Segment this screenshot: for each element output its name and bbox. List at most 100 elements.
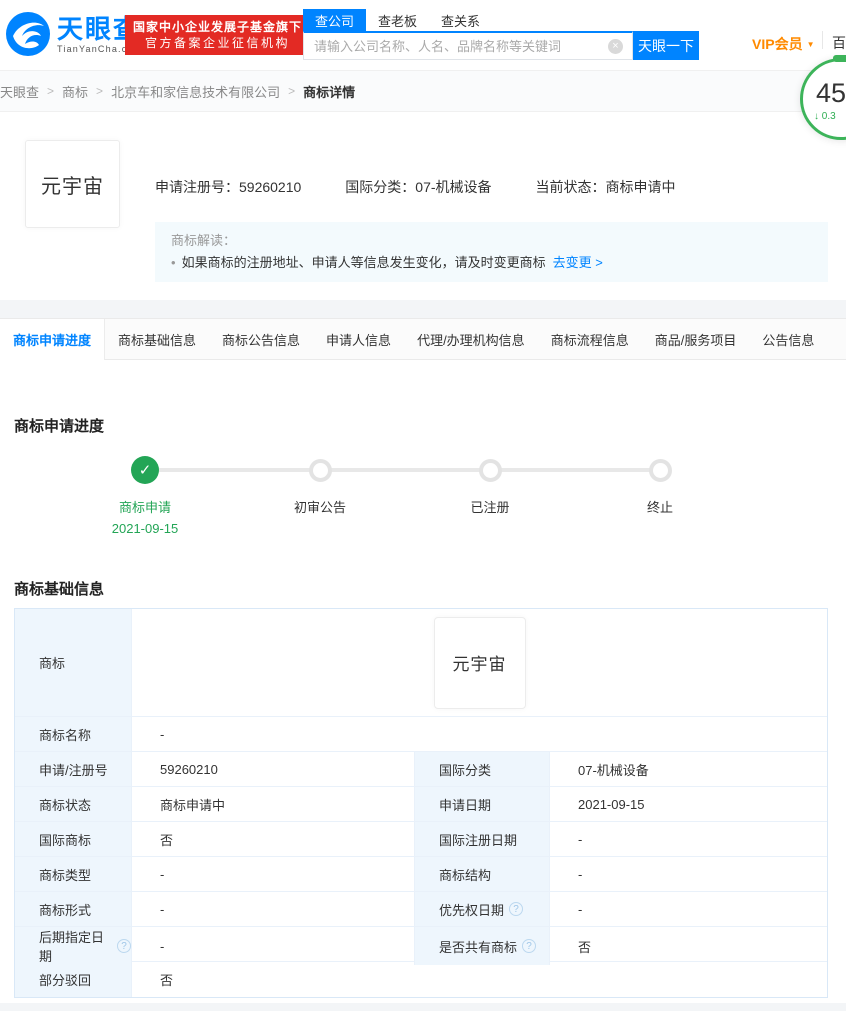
timeline-line <box>145 468 660 472</box>
table-value-cell: - <box>550 892 827 926</box>
breadcrumb-bar: 天眼查 > 商标 > 北京车和家信息技术有限公司 > 商标详情 <box>0 70 846 112</box>
table-value-text: - <box>160 866 165 882</box>
table-value-text: 否 <box>160 973 174 988</box>
summary-field-value: 07-机械设备 <box>415 179 492 195</box>
breadcrumb-separator: > <box>288 84 296 98</box>
summary-field-label: 申请注册号： <box>155 179 239 195</box>
tab-0[interactable]: 商标申请进度 <box>0 319 106 360</box>
table-value-cell: - <box>550 857 827 891</box>
search-row: × 天眼一下 <box>303 31 699 60</box>
search-button[interactable]: 天眼一下 <box>633 31 699 60</box>
tab-1[interactable]: 商标基础信息 <box>105 319 209 359</box>
progress-step: 终止 <box>585 455 735 516</box>
table-row: 商标状态 商标申请中 申请日期 2021-09-15 <box>15 787 827 822</box>
page: 天眼查 TianYanCha.com 国家中小企业发展子基金旗下 官方备案企业征… <box>0 0 846 1011</box>
basic-info-table: 商标 元宇宙 商标名称 - 申请/注册号 59260210 国际分类 07-机械设备 商标状态商… <box>14 608 828 998</box>
table-label-cell: 后期指定日期? <box>15 927 132 965</box>
table-row: 商标类型 - 商标结构 - <box>15 857 827 892</box>
table-label-cell: 国际商标 <box>15 822 132 856</box>
search-clear-icon[interactable]: × <box>608 38 623 54</box>
pending-circle-icon <box>478 458 502 482</box>
summary-field-value: 商标申请中 <box>605 179 676 195</box>
table-row: 商标名称 - <box>15 717 827 752</box>
nav-item-cut[interactable]: 百 <box>832 33 846 53</box>
score-delta: ↓ 0.3 <box>814 111 836 122</box>
table-label-cell: 商标状态 <box>15 787 132 821</box>
search-module: 查公司查老板查关系 × 天眼一下 <box>303 9 699 60</box>
progress-section-title: 商标申请进度 <box>14 418 105 435</box>
step-label: 商标申请 <box>118 500 171 515</box>
table-value-cell: 2021-09-15 <box>550 787 827 821</box>
tab-4[interactable]: 代理/办理机构信息 <box>404 319 538 359</box>
help-icon[interactable]: ? <box>117 939 131 953</box>
table-row: 商标 元宇宙 <box>15 609 827 717</box>
vip-member-link[interactable]: VIP会员 ▼ <box>752 34 815 54</box>
table-label-cell: 国际分类 <box>415 752 550 786</box>
search-tab[interactable]: 查关系 <box>429 9 492 31</box>
header-divider <box>822 31 823 49</box>
score-value: 45 <box>816 78 846 108</box>
tab-2[interactable]: 商标公告信息 <box>209 319 313 359</box>
table-label-cell: 部分驳回 <box>15 962 132 997</box>
progress-step: 已注册 <box>415 455 565 516</box>
score-pill-icon <box>833 55 846 62</box>
step-label: 已注册 <box>470 500 510 515</box>
table-label-text: 后期指定日期 <box>39 930 105 964</box>
table-value-cell: - <box>132 857 415 891</box>
table-label-cell: 商标类型 <box>15 857 132 891</box>
table-label-text: 商标状态 <box>39 797 92 813</box>
step-label: 初审公告 <box>293 500 346 515</box>
table-value-text: - <box>578 831 583 847</box>
tab-3[interactable]: 申请人信息 <box>313 319 404 359</box>
table-label-text: 部分驳回 <box>39 973 92 988</box>
trademark-image-small: 元宇宙 <box>433 616 526 709</box>
table-value-cell: 否 <box>550 927 827 965</box>
table-label-text: 优先权日期 <box>439 902 505 918</box>
tip-title: 商标解读： <box>171 233 237 248</box>
table-value-cell: 否 <box>132 962 827 997</box>
table-label-text: 商标 <box>39 656 66 671</box>
help-icon[interactable]: ? <box>522 939 537 953</box>
vip-label: VIP会员 <box>752 36 803 52</box>
check-icon: ✓ <box>131 456 159 484</box>
summary-field-label: 国际分类： <box>345 179 416 195</box>
main-content: 商标申请进度 ✓ 商标申请 2021-09-15 初审公告 已注册 终止 商标基础信息 商… <box>0 360 846 1003</box>
search-input[interactable] <box>304 38 608 54</box>
chevron-down-icon: ▼ <box>806 39 815 49</box>
tab-7[interactable]: 公告信息 <box>749 319 827 359</box>
search-tab[interactable]: 查老板 <box>366 9 429 31</box>
table-label-text: 商标名称 <box>39 727 92 743</box>
tab-6[interactable]: 商品/服务项目 <box>642 319 750 359</box>
table-label-text: 申请/注册号 <box>39 762 108 778</box>
table-value-cell: 商标申请中 <box>132 787 415 821</box>
pending-circle-icon <box>308 458 332 482</box>
tip-change-link[interactable]: 去变更 > <box>553 255 603 270</box>
breadcrumb-item[interactable]: 天眼查 <box>0 82 39 101</box>
summary-field: 国际分类：07-机械设备 <box>345 177 491 197</box>
tip-bullet: • <box>171 255 176 270</box>
tab-5[interactable]: 商标流程信息 <box>538 319 642 359</box>
search-tab[interactable]: 查公司 <box>303 9 367 31</box>
table-value-text: - <box>160 938 165 954</box>
table-label-cell: 优先权日期? <box>415 892 550 926</box>
table-label-cell: 申请日期 <box>415 787 550 821</box>
breadcrumb-item[interactable]: 商标 <box>62 82 88 101</box>
table-value-cell: - <box>132 927 415 965</box>
official-badge: 国家中小企业发展子基金旗下 官方备案企业征信机构 <box>125 15 311 55</box>
table-value-text: 否 <box>578 939 592 955</box>
trademark-image: 元宇宙 <box>25 140 120 228</box>
help-icon[interactable]: ? <box>509 902 524 916</box>
table-label-text: 国际商标 <box>39 832 92 848</box>
table-label-text: 是否共有商标 <box>439 939 518 955</box>
breadcrumb-item[interactable]: 北京车和家信息技术有限公司 <box>111 82 280 101</box>
tianyancha-logo[interactable]: 天眼查 TianYanCha.com <box>6 12 142 56</box>
table-value-text: 2021-09-15 <box>578 796 645 812</box>
trademark-image-small-text: 元宇宙 <box>452 655 507 674</box>
summary-field-label: 当前状态： <box>535 179 606 195</box>
table-row: 国际商标 否 国际注册日期 - <box>15 822 827 857</box>
trademark-image-text: 元宇宙 <box>41 175 104 198</box>
table-value-text: 否 <box>160 832 174 848</box>
breadcrumb-separator: > <box>96 84 104 98</box>
table-value-text: - <box>578 866 583 882</box>
